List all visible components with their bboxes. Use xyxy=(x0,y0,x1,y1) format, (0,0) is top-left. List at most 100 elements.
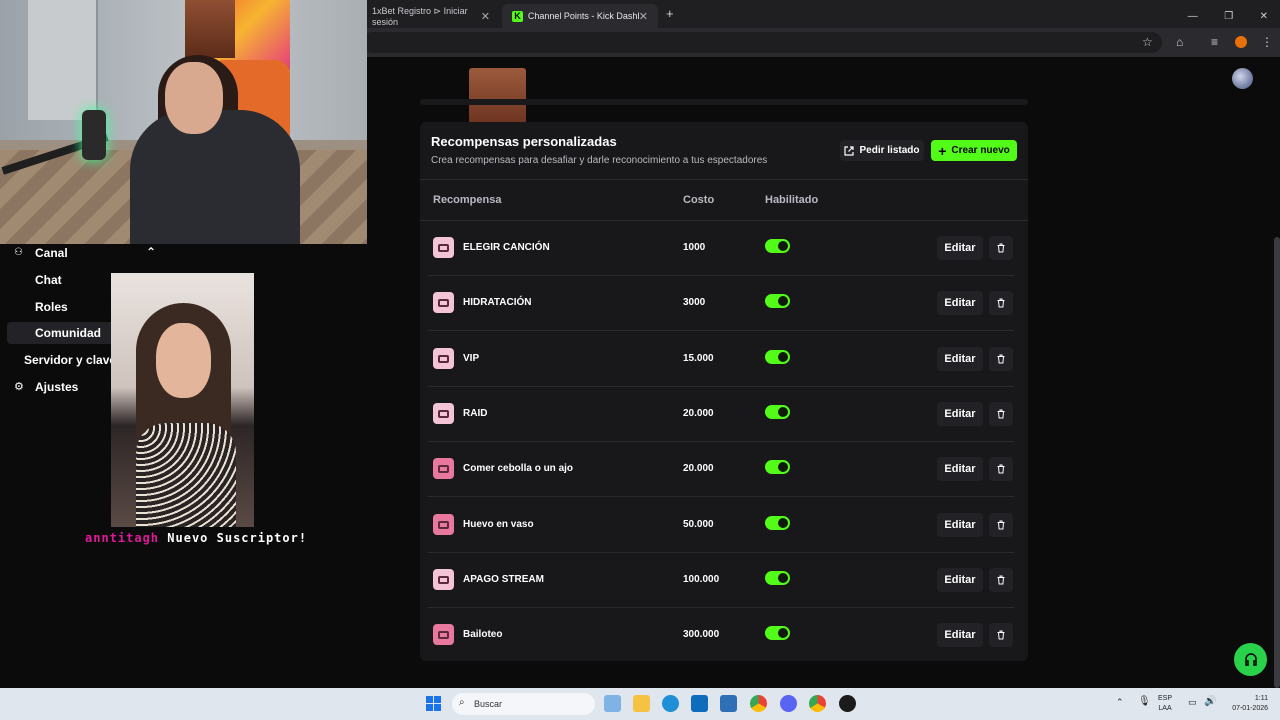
sidebar-item-roles[interactable]: Roles xyxy=(35,300,68,314)
sidebar-item-comunidad[interactable]: Comunidad xyxy=(35,326,101,340)
enabled-toggle[interactable] xyxy=(765,516,790,530)
address-input[interactable] xyxy=(362,32,1162,53)
volume-icon[interactable]: 🔊 xyxy=(1204,696,1216,707)
page-title: Recompensas personalizadas xyxy=(431,134,617,149)
close-icon[interactable]: ✕ xyxy=(481,10,490,23)
divider xyxy=(420,179,1028,180)
discord-icon[interactable] xyxy=(780,695,797,712)
edit-button[interactable]: Editar xyxy=(937,236,983,260)
restore-icon[interactable]: ❐ xyxy=(1224,11,1233,22)
edit-button[interactable]: Editar xyxy=(937,347,983,371)
enabled-toggle[interactable] xyxy=(765,350,790,364)
chevron-up-icon[interactable]: ⌃ xyxy=(146,245,156,259)
obs-icon[interactable] xyxy=(839,695,856,712)
reward-icon xyxy=(433,237,454,258)
enabled-toggle[interactable] xyxy=(765,239,790,253)
extensions-icon[interactable]: ⌂ xyxy=(1176,35,1183,49)
delete-button[interactable] xyxy=(989,402,1013,426)
scrollbar[interactable] xyxy=(1274,237,1280,688)
edit-button[interactable]: Editar xyxy=(937,291,983,315)
trash-icon xyxy=(997,630,1005,640)
reward-name: VIP xyxy=(463,353,480,364)
sidebar-item-canal[interactable]: Canal xyxy=(35,246,68,260)
delete-button[interactable] xyxy=(989,623,1013,647)
delete-button[interactable] xyxy=(989,347,1013,371)
reward-cost: 50.000 xyxy=(683,519,714,530)
delete-button[interactable] xyxy=(989,513,1013,537)
edge-icon[interactable] xyxy=(662,695,679,712)
edit-button[interactable]: Editar xyxy=(937,402,983,426)
delete-button[interactable] xyxy=(989,236,1013,260)
chrome-profile-icon[interactable] xyxy=(809,695,826,712)
file-explorer-icon[interactable] xyxy=(633,695,650,712)
trash-icon xyxy=(997,409,1005,419)
close-icon[interactable]: ✕ xyxy=(639,10,648,23)
windows-start-icon[interactable] xyxy=(426,696,441,711)
delete-button[interactable] xyxy=(989,291,1013,315)
store-icon[interactable] xyxy=(691,695,708,712)
reward-name: Bailoteo xyxy=(463,629,503,640)
trash-icon xyxy=(997,575,1005,585)
reward-name: APAGO STREAM xyxy=(463,574,544,585)
column-header-enabled: Habilitado xyxy=(765,194,819,206)
page-subtitle: Crea recompensas para desafiar y darle r… xyxy=(431,155,768,166)
subscriber-message: Nuevo Suscriptor! xyxy=(167,531,308,545)
clock[interactable]: 1:11 07-01-2026 xyxy=(1226,694,1268,714)
request-list-label: Pedir listado xyxy=(859,145,920,156)
tab-channel-points[interactable]: K Channel Points - Kick Dashboard ✕ xyxy=(502,4,658,28)
reward-icon xyxy=(433,292,454,313)
enabled-toggle[interactable] xyxy=(765,571,790,585)
delete-button[interactable] xyxy=(989,457,1013,481)
enabled-toggle[interactable] xyxy=(765,626,790,640)
edit-button[interactable]: Editar xyxy=(937,513,983,537)
window-controls: — ❐ ✕ xyxy=(1188,6,1280,24)
column-header-cost: Costo xyxy=(683,194,715,206)
minimize-icon[interactable]: — xyxy=(1188,11,1198,22)
sidebar-item-chat[interactable]: Chat xyxy=(35,273,62,287)
new-tab-button[interactable]: + xyxy=(666,6,674,21)
edit-button[interactable]: Editar xyxy=(937,568,983,592)
trash-icon xyxy=(997,520,1005,530)
taskbar-search-input[interactable]: ⌕ Buscar xyxy=(452,693,595,715)
clock-date: 07-01-2026 xyxy=(1232,705,1268,712)
tray-chevron-icon[interactable]: ⌃ xyxy=(1116,697,1124,708)
profile-icon[interactable] xyxy=(1235,36,1247,48)
trash-icon xyxy=(997,298,1005,308)
enabled-toggle[interactable] xyxy=(765,405,790,419)
table-row: Huevo en vaso 50.000 Editar xyxy=(428,498,1014,553)
microphone-icon[interactable]: 🎙 xyxy=(1138,696,1151,707)
language-indicator[interactable]: ESP LAA xyxy=(1158,694,1172,714)
emote-image xyxy=(469,68,526,124)
column-header-reward: Recompensa xyxy=(433,194,502,206)
reward-icon xyxy=(433,403,454,424)
previous-panel-edge xyxy=(420,99,1028,105)
edit-button[interactable]: Editar xyxy=(937,457,983,481)
menu-kebab-icon[interactable]: ⋮ xyxy=(1261,35,1273,49)
reward-cost: 300.000 xyxy=(683,629,720,640)
enabled-toggle[interactable] xyxy=(765,460,790,474)
task-view-icon[interactable] xyxy=(604,695,621,712)
reward-cost: 100.000 xyxy=(683,574,720,585)
support-chat-button[interactable] xyxy=(1234,643,1267,676)
kick-logo-icon: K xyxy=(512,10,523,22)
webcam-overlay xyxy=(0,0,367,244)
enabled-toggle[interactable] xyxy=(765,294,790,308)
external-link-icon xyxy=(844,145,855,156)
request-list-button[interactable]: Pedir listado xyxy=(840,140,924,161)
edit-button[interactable]: Editar xyxy=(937,623,983,647)
close-window-icon[interactable]: ✕ xyxy=(1260,11,1268,22)
table-row: ELEGIR CANCIÓN 1000 Editar xyxy=(428,221,1014,276)
reward-cost: 3000 xyxy=(683,297,706,308)
media-icon[interactable]: ≡ xyxy=(1211,35,1218,49)
sidebar-item-ajustes[interactable]: Ajustes xyxy=(35,380,78,394)
reward-cost: 15.000 xyxy=(683,353,714,364)
outlook-icon[interactable] xyxy=(720,695,737,712)
tab-1xbet[interactable]: 1xBet Registro ⊳ Iniciar sesión ✕ xyxy=(362,4,500,28)
delete-button[interactable] xyxy=(989,568,1013,592)
avatar[interactable] xyxy=(1232,68,1253,89)
bookmark-star-icon[interactable]: ☆ xyxy=(1142,35,1153,49)
channel-icon: ⚇ xyxy=(14,247,23,258)
create-new-button[interactable]: + Crear nuevo xyxy=(931,140,1017,161)
network-icon[interactable]: ▭ xyxy=(1188,697,1197,708)
chrome-icon[interactable] xyxy=(750,695,767,712)
